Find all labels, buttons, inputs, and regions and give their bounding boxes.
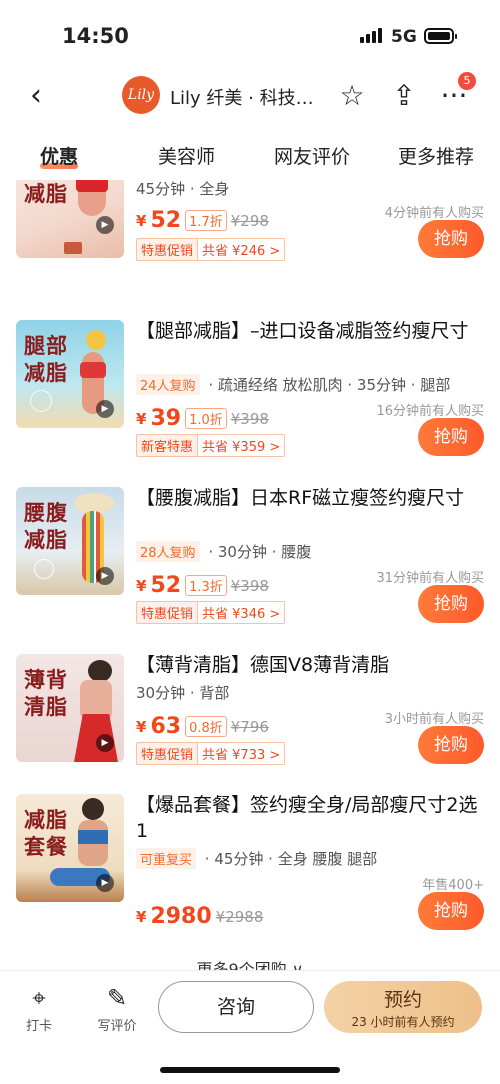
home-indicator (160, 1067, 340, 1073)
buy-button[interactable]: 抢购 (418, 418, 484, 456)
edit-review-icon: ✎ (106, 984, 128, 1012)
discount-badge: 1.3折 (185, 575, 227, 596)
deal-thumbnail[interactable]: 减脂套餐 ▶ (16, 794, 124, 902)
deal-title[interactable]: 【薄背清脂】德国V8薄背清脂 (136, 652, 486, 678)
discount-badge: 1.0折 (185, 408, 227, 429)
thumbnail-caption: 减脂 (24, 181, 68, 206)
network-label: 5G (391, 27, 417, 47)
recent-purchase: 31分钟前有人购买 (376, 571, 484, 586)
original-price: ¥796 (230, 717, 269, 736)
promo-tags[interactable]: 特惠促销 共省 ¥733 > (136, 742, 286, 765)
recent-purchase: 16分钟前有人购买 (376, 404, 484, 419)
shop-logo[interactable]: Lily (122, 76, 160, 114)
deal-thumbnail[interactable]: 减脂 ▶ (16, 180, 124, 258)
buy-button[interactable]: 抢购 (418, 892, 484, 930)
thumbnail-caption: 腿部减脂 (24, 333, 68, 385)
deal-thumbnail[interactable]: 腰腹减脂 ▶ (16, 487, 124, 595)
original-price: ¥2988 (215, 907, 264, 926)
buy-button[interactable]: 抢购 (418, 220, 484, 258)
share-icon[interactable]: ⇪ (386, 78, 422, 114)
play-icon: ▶ (96, 400, 114, 418)
deal-price: ¥52 1.3折 ¥398 (136, 573, 269, 598)
deal-price: ¥52 1.7折 ¥298 (136, 208, 269, 233)
deal-meta: 30分钟 · 背部 (136, 684, 230, 702)
deal-meta: 45分钟 · 全身 (136, 180, 230, 198)
thumbnail-caption: 减脂套餐 (24, 807, 68, 859)
consult-button[interactable]: 咨询 (158, 981, 314, 1033)
buy-button[interactable]: 抢购 (418, 585, 484, 623)
top-nav: ‹ Lily Lily 纤美 · 科技… ☆ ⇪ ··· 5 (0, 70, 500, 126)
play-icon: ▶ (96, 874, 114, 892)
book-subtitle: 23 小时前有人预约 (351, 1015, 455, 1029)
deal-thumbnail[interactable]: 薄背清脂 ▶ (16, 654, 124, 762)
discount-badge: 1.7折 (185, 210, 227, 231)
original-price: ¥398 (230, 576, 269, 595)
battery-icon (424, 28, 457, 44)
status-bar: 14:50 5G (0, 0, 500, 70)
thumbnail-caption: 薄背清脂 (24, 667, 68, 719)
star-icon[interactable]: ☆ (334, 78, 370, 114)
original-price: ¥398 (230, 409, 269, 428)
play-icon: ▶ (96, 734, 114, 752)
repeat-buyers-tag: 28人复购 (136, 541, 200, 562)
deal-list[interactable]: 减脂 ▶ 串 45分钟 · 全身 4分钟前有人购买 ¥52 1.7折 ¥298 … (0, 180, 500, 970)
play-icon: ▶ (96, 216, 114, 234)
more-deals-link[interactable]: 更多9个团购 ∨ (0, 956, 500, 970)
buy-button[interactable]: 抢购 (418, 726, 484, 764)
write-review-button[interactable]: ✎ 写评价 (92, 983, 142, 1034)
deal-thumbnail[interactable]: 腿部减脂 ▶ (16, 320, 124, 428)
deal-meta: 可重复买 · 45分钟 · 全身 腰腹 腿部 (136, 848, 377, 869)
tab-deals[interactable]: 优惠 (40, 142, 79, 169)
deal-price: ¥63 0.8折 ¥796 (136, 714, 269, 739)
book-title: 预约 (383, 989, 422, 1011)
promo-tags[interactable]: 特惠促销 共省 ¥246 > (136, 238, 286, 261)
back-arrow-icon[interactable]: ‹ (18, 78, 54, 114)
deal-title[interactable]: 【腿部减脂】–进口设备减脂签约瘦尺寸 (136, 318, 486, 344)
deal-title[interactable]: 【爆品套餐】签约瘦全身/局部瘦尺寸2选1 (136, 792, 486, 844)
play-icon: ▶ (96, 567, 114, 585)
book-button[interactable]: 预约 23 小时前有人预约 (324, 981, 482, 1033)
tab-more[interactable]: 更多推荐 (398, 142, 474, 169)
deal-meta: 24人复购 · 疏通经络 放松肌肉 · 35分钟 · 腿部 (136, 374, 450, 395)
annual-sales: 年售400+ (422, 878, 484, 893)
promo-tags[interactable]: 特惠促销 共省 ¥346 > (136, 601, 286, 624)
discount-badge: 0.8折 (185, 716, 227, 737)
status-time: 14:50 (62, 24, 129, 48)
shop-name[interactable]: Lily 纤美 · 科技… (170, 84, 315, 110)
checkin-button[interactable]: ⌖ 打卡 (14, 983, 64, 1034)
thumbnail-caption: 腰腹减脂 (24, 500, 68, 552)
deal-title[interactable]: 【腰腹减脂】日本RF磁立瘦签约瘦尺寸 (136, 485, 486, 511)
signal-icon (360, 28, 382, 43)
deal-price: ¥39 1.0折 ¥398 (136, 406, 269, 431)
promo-tags[interactable]: 新客特惠 共省 ¥359 > (136, 434, 286, 457)
recent-purchase: 3小时前有人购买 (384, 712, 484, 727)
recent-purchase: 4分钟前有人购买 (384, 206, 484, 221)
repeat-buy-tag: 可重复买 (136, 848, 197, 869)
tab-beauticians[interactable]: 美容师 (158, 142, 215, 169)
repeat-buyers-tag: 24人复购 (136, 374, 200, 395)
deal-price: ¥2980 ¥2988 (136, 904, 264, 929)
location-pin-icon: ⌖ (32, 984, 46, 1012)
tab-bar: 优惠 美容师 网友评价 更多推荐 (0, 132, 500, 180)
more-badge: 5 (458, 72, 476, 90)
bottom-action-bar: ⌖ 打卡 ✎ 写评价 咨询 预约 23 小时前有人预约 (0, 970, 500, 1084)
tab-reviews[interactable]: 网友评价 (274, 142, 350, 169)
original-price: ¥298 (230, 211, 269, 230)
deal-meta: 28人复购 · 30分钟 · 腰腹 (136, 541, 311, 562)
